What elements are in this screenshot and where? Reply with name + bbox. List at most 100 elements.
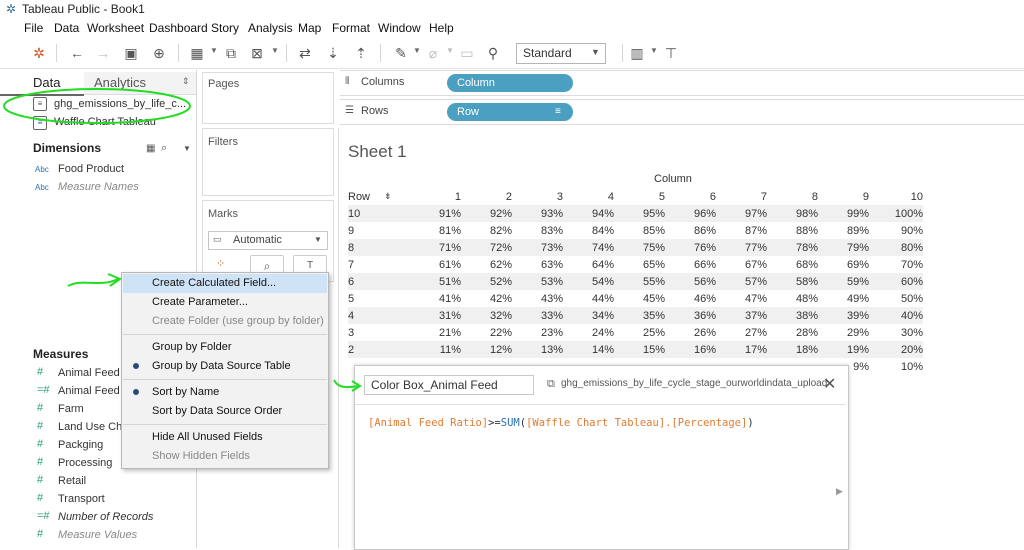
table-cell[interactable]: 17%	[716, 341, 767, 358]
measure-item[interactable]: Animal Feed R	[58, 385, 131, 397]
redo-icon[interactable]: →	[94, 44, 112, 62]
table-cell[interactable]: 77%	[716, 239, 767, 256]
menu-item-create-parameter[interactable]: Create Parameter...	[123, 293, 327, 312]
measure-item[interactable]: Farm	[58, 403, 84, 415]
table-cell[interactable]: 98%	[767, 205, 818, 222]
sort-descending-icon[interactable]: ⇡	[352, 44, 370, 62]
table-cell[interactable]: 11%	[416, 341, 461, 358]
table-cell[interactable]: 67%	[716, 256, 767, 273]
table-cell[interactable]: 54%	[563, 273, 614, 290]
table-cell[interactable]: 10%	[869, 358, 923, 375]
columns-shelf[interactable]	[340, 70, 1024, 96]
show-mark-labels-icon[interactable]: ▭	[458, 44, 476, 62]
new-worksheet-icon[interactable]: ▦	[188, 44, 206, 62]
table-cell[interactable]: 34%	[563, 307, 614, 324]
menu-item-group-by-data-source-table[interactable]: Group by Data Source Table	[123, 357, 327, 376]
pin-icon[interactable]: ⚲	[484, 44, 502, 62]
view-toggle-icon[interactable]: ▦	[146, 143, 155, 154]
table-cell[interactable]: 29%	[818, 324, 869, 341]
menu-item-create-folder[interactable]: Create Folder (use group by folder)	[123, 312, 327, 331]
table-cell[interactable]: 30%	[869, 324, 923, 341]
table-cell[interactable]: 99%	[818, 205, 869, 222]
table-cell[interactable]: 81%	[416, 222, 461, 239]
table-cell[interactable]: 83%	[512, 222, 563, 239]
table-cell[interactable]: 39%	[818, 307, 869, 324]
table-cell[interactable]: 66%	[665, 256, 716, 273]
table-cell[interactable]: 57%	[716, 273, 767, 290]
chevron-down-icon[interactable]: ▼	[446, 46, 454, 55]
table-cell[interactable]: 76%	[665, 239, 716, 256]
measure-item[interactable]: Retail	[58, 475, 86, 487]
menu-map[interactable]: Map	[298, 21, 321, 35]
table-cell[interactable]: 58%	[767, 273, 818, 290]
table-cell[interactable]: 63%	[512, 256, 563, 273]
close-icon[interactable]: ✕	[823, 374, 836, 394]
menu-item-create-calculated-field[interactable]: Create Calculated Field...	[123, 274, 327, 293]
table-cell[interactable]: 92%	[461, 205, 512, 222]
chevron-down-icon[interactable]: ▼	[271, 46, 279, 55]
show-cards-icon[interactable]: ▥	[628, 44, 646, 62]
new-data-source-icon[interactable]: ⊕	[150, 44, 168, 62]
table-cell[interactable]: 48%	[767, 290, 818, 307]
table-cell[interactable]: 20%	[869, 341, 923, 358]
table-cell[interactable]: 74%	[563, 239, 614, 256]
table-cell[interactable]: 68%	[767, 256, 818, 273]
table-cell[interactable]: 53%	[512, 273, 563, 290]
table-cell[interactable]: 41%	[416, 290, 461, 307]
table-cell[interactable]: 56%	[665, 273, 716, 290]
table-cell[interactable]: 91%	[416, 205, 461, 222]
table-cell[interactable]: 15%	[614, 341, 665, 358]
table-cell[interactable]: 23%	[512, 324, 563, 341]
measure-item[interactable]: Transport	[58, 493, 105, 505]
duplicate-sheet-icon[interactable]: ⧉	[222, 44, 240, 62]
menu-dashboard[interactable]: Dashboard	[149, 21, 208, 35]
table-cell[interactable]: 82%	[461, 222, 512, 239]
table-cell[interactable]: 90%	[869, 222, 923, 239]
measure-item[interactable]: Processing	[58, 457, 112, 469]
column-pill[interactable]: Column	[447, 74, 573, 92]
table-cell[interactable]: 94%	[563, 205, 614, 222]
table-cell[interactable]: 97%	[716, 205, 767, 222]
table-cell[interactable]: 22%	[461, 324, 512, 341]
menu-story[interactable]: Story	[211, 21, 239, 35]
table-cell[interactable]: 36%	[665, 307, 716, 324]
table-cell[interactable]: 64%	[563, 256, 614, 273]
chevron-down-icon[interactable]: ▼	[413, 46, 421, 55]
table-cell[interactable]: 37%	[716, 307, 767, 324]
table-cell[interactable]: 71%	[416, 239, 461, 256]
table-cell[interactable]: 95%	[614, 205, 665, 222]
formula-editor[interactable]: [Animal Feed Ratio]>=SUM([Waffle Chart T…	[368, 417, 754, 429]
table-cell[interactable]: 26%	[665, 324, 716, 341]
highlight-icon[interactable]: ✎	[392, 44, 410, 62]
measure-item[interactable]: Number of Records	[58, 511, 153, 523]
table-cell[interactable]: 32%	[461, 307, 512, 324]
row-pill[interactable]: Row ≡	[447, 103, 573, 121]
menu-worksheet[interactable]: Worksheet	[87, 21, 144, 35]
undo-icon[interactable]: ←	[68, 44, 86, 62]
table-cell[interactable]: 62%	[461, 256, 512, 273]
table-cell[interactable]: 86%	[665, 222, 716, 239]
table-cell[interactable]: 35%	[614, 307, 665, 324]
dimension-item[interactable]: Food Product	[58, 163, 124, 175]
measure-item[interactable]: Animal Feed	[58, 367, 120, 379]
table-cell[interactable]: 85%	[614, 222, 665, 239]
menu-analysis[interactable]: Analysis	[248, 21, 293, 35]
table-cell[interactable]: 61%	[416, 256, 461, 273]
expand-arrow-icon[interactable]: ▶	[836, 486, 843, 497]
table-cell[interactable]: 16%	[665, 341, 716, 358]
table-cell[interactable]: 38%	[767, 307, 818, 324]
table-cell[interactable]: 28%	[767, 324, 818, 341]
measure-item[interactable]: Packging	[58, 439, 103, 451]
table-cell[interactable]: 50%	[869, 290, 923, 307]
table-cell[interactable]: 31%	[416, 307, 461, 324]
table-cell[interactable]: 21%	[416, 324, 461, 341]
sort-icon[interactable]: ⇟	[384, 188, 416, 205]
table-cell[interactable]: 84%	[563, 222, 614, 239]
menu-item-sort-by-data-source-order[interactable]: Sort by Data Source Order	[123, 402, 327, 421]
table-cell[interactable]: 88%	[767, 222, 818, 239]
calculation-name-input[interactable]: Color Box_Animal Feed	[364, 375, 534, 395]
table-cell[interactable]: 87%	[716, 222, 767, 239]
save-icon[interactable]: ▣	[122, 44, 140, 62]
table-cell[interactable]: 79%	[818, 239, 869, 256]
table-cell[interactable]: 13%	[512, 341, 563, 358]
